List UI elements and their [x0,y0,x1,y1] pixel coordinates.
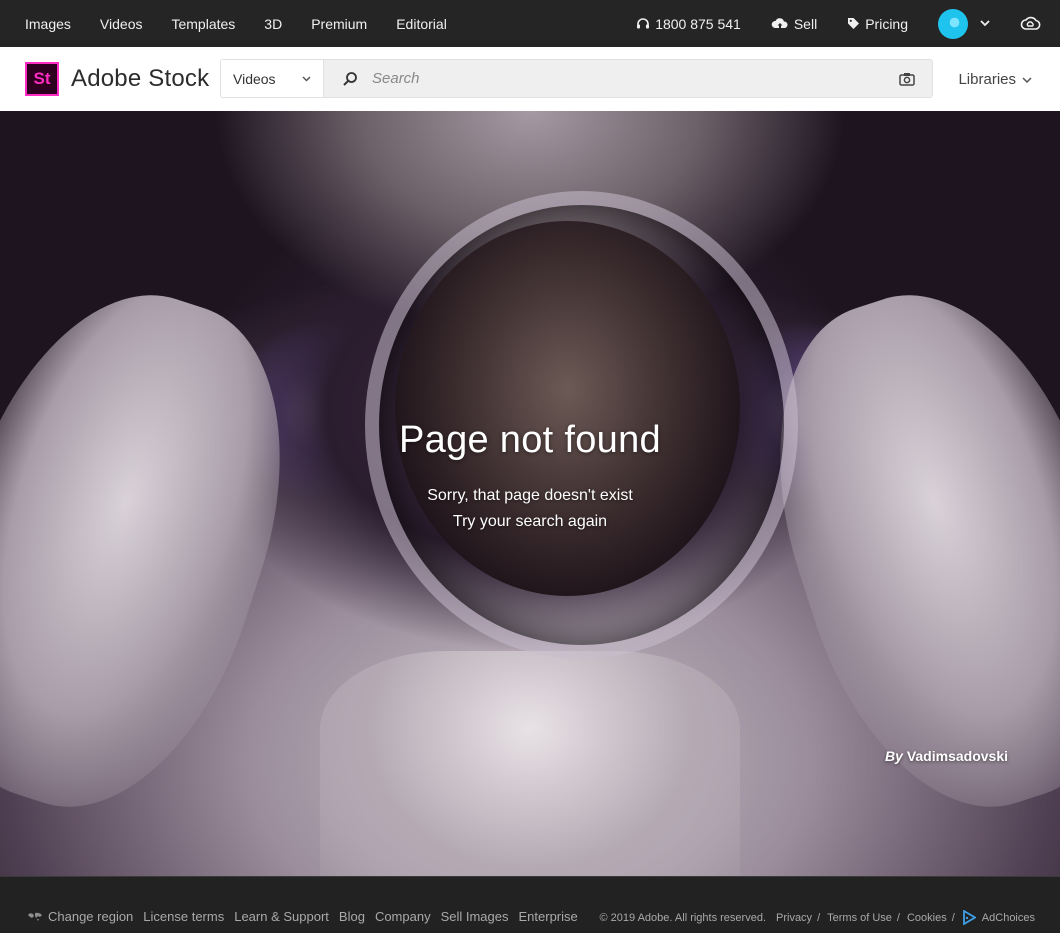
top-nav-right: 1800 875 541 Sell Pricing [636,0,1060,47]
chevron-down-icon [302,75,311,82]
cloud-upload-icon [771,17,788,30]
creative-cloud-icon[interactable] [1020,16,1042,32]
footer-change-region[interactable]: Change region [48,909,133,924]
footer-cookies[interactable]: Cookies [907,912,947,924]
tag-icon [848,18,860,29]
adobe-stock-logo-icon[interactable]: St [25,62,59,96]
copyright: © 2019 Adobe. All rights reserved. [599,911,766,924]
search-field [324,60,932,97]
phone-number: 1800 875 541 [655,15,741,32]
footer-license-terms[interactable]: License terms [143,909,224,924]
astronaut-chest [320,651,740,876]
image-credit: By Vadimsadovski [885,748,1008,764]
search-type-dropdown[interactable]: Videos [221,60,324,97]
globe-icon [28,912,42,921]
chevron-down-icon [1022,76,1032,83]
footer-company[interactable]: Company [375,909,431,924]
nav-link-editorial[interactable]: Editorial [396,16,447,32]
camera-icon[interactable] [899,72,915,86]
chevron-down-icon[interactable] [980,20,990,27]
phone-link[interactable]: 1800 875 541 [636,16,741,32]
search-type-value: Videos [233,70,276,87]
category-links: Images Videos Templates 3D Premium Edito… [0,16,476,32]
error-hint: Try your search again [452,513,608,530]
top-navigation: Images Videos Templates 3D Premium Edito… [0,0,1060,47]
credit-by: By [885,748,903,764]
footer-sell-images[interactable]: Sell Images [441,909,509,924]
hero-background-image: Page not found Sorry, that page doesn't … [0,111,1060,876]
adchoices-label: AdChoices [981,911,1035,924]
footer-adchoices[interactable]: AdChoices [962,910,1035,925]
logo-letters: St [33,69,51,88]
separator: / [896,911,900,924]
sell-label: Sell [793,15,818,32]
adchoices-icon [962,910,976,925]
pricing-link[interactable]: Pricing [847,16,908,32]
site-footer: Change region License terms Learn & Supp… [0,876,1060,933]
page-title: Page not found [399,419,661,461]
search-bar: Videos [220,59,933,98]
separator: / [951,911,955,924]
error-message: Sorry, that page doesn't exist [427,487,633,504]
astronaut-arm-left [0,257,334,845]
pricing-label: Pricing [865,15,908,32]
libraries-label: Libraries [958,71,1016,88]
site-header: St Adobe Stock Videos Libraries [0,47,1060,111]
sell-link[interactable]: Sell [771,16,817,32]
nav-link-premium[interactable]: Premium [311,16,367,32]
credit-author-link[interactable]: Vadimsadovski [907,748,1008,764]
libraries-dropdown[interactable]: Libraries [958,71,1032,88]
footer-learn-support[interactable]: Learn & Support [234,909,329,924]
avatar[interactable] [938,8,968,39]
footer-privacy[interactable]: Privacy [776,912,812,924]
nav-link-images[interactable]: Images [25,16,71,32]
nav-link-videos[interactable]: Videos [100,16,143,32]
headset-icon [637,17,650,28]
search-input[interactable] [370,69,874,88]
logo-text[interactable]: Adobe Stock [71,65,209,93]
footer-terms-of-use[interactable]: Terms of Use [827,912,892,924]
footer-enterprise[interactable]: Enterprise [519,909,578,924]
search-icon [343,71,357,86]
footer-blog[interactable]: Blog [339,909,365,924]
footer-links: Change region License terms Learn & Supp… [27,909,588,924]
nav-link-templates[interactable]: Templates [171,16,235,32]
separator: / [817,911,821,924]
footer-legal: © 2019 Adobe. All rights reserved. Priva… [600,910,1035,925]
helmet-visor [395,221,740,596]
nav-link-3d[interactable]: 3D [264,16,282,32]
